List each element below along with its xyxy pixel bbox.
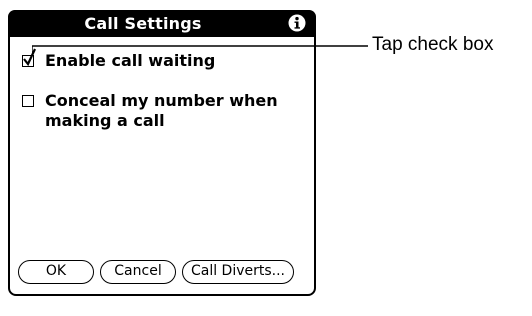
cancel-button[interactable]: Cancel xyxy=(100,260,176,284)
conceal-number-row[interactable]: Conceal my number when making a call xyxy=(22,91,285,131)
title-bar: Call Settings xyxy=(8,10,316,37)
button-bar: OK Cancel Call Diverts... xyxy=(18,260,294,284)
info-icon[interactable] xyxy=(288,14,306,32)
conceal-number-label: Conceal my number when making a call xyxy=(45,91,278,130)
callout-text: Tap check box xyxy=(372,34,494,55)
call-diverts-button[interactable]: Call Diverts... xyxy=(182,260,294,284)
callout-line xyxy=(32,45,368,55)
dialog-title: Call Settings xyxy=(84,14,202,33)
enable-call-waiting-checkbox[interactable] xyxy=(22,48,36,67)
ok-button[interactable]: OK xyxy=(18,260,94,284)
conceal-number-checkbox[interactable] xyxy=(22,95,34,107)
